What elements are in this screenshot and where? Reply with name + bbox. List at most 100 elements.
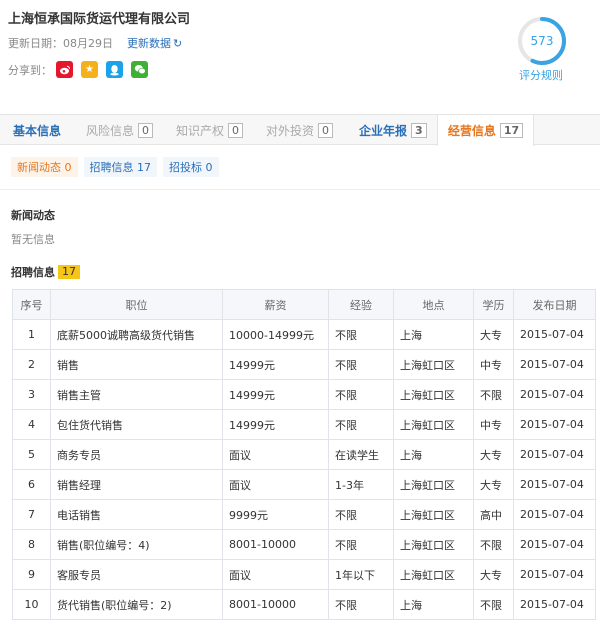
table-row[interactable]: 2 销售 14999元 不限 上海虹口区 中专 2015-07-04 xyxy=(12,349,596,380)
cell-location: 上海虹口区 xyxy=(393,409,474,440)
cell-location: 上海 xyxy=(393,589,474,620)
table-row[interactable]: 7 电话销售 9999元 不限 上海虹口区 高中 2015-07-04 xyxy=(12,499,596,530)
cell-index: 2 xyxy=(12,349,51,380)
jobs-count-badge: 17 xyxy=(58,265,80,279)
tab-basic-info[interactable]: 基本信息 xyxy=(13,115,61,145)
cell-date: 2015-07-04 xyxy=(513,349,596,380)
cell-education: 大专 xyxy=(473,469,514,500)
cell-location: 上海 xyxy=(393,439,474,470)
tab-bar: 基本信息 风险信息 0 知识产权 0 对外投资 0 企业年报 3 经营信息 17 xyxy=(0,114,600,146)
share-row: 分享到： ★ xyxy=(8,61,148,78)
cell-education: 高中 xyxy=(473,499,514,530)
cell-experience: 不限 xyxy=(328,319,394,350)
tab-label: 企业年报 xyxy=(359,123,408,138)
jobs-table: 序号 职位 薪资 经验 地点 学历 发布日期 1 底薪5000诚聘高级货代销售 10… xyxy=(12,289,596,620)
qq-share-button[interactable] xyxy=(106,61,123,78)
cell-location: 上海虹口区 xyxy=(393,349,474,380)
table-row[interactable]: 8 销售(职位编号：4) 8001-10000 不限 上海虹口区 不限 2015-07-04 xyxy=(12,529,596,560)
tab-count: 3 xyxy=(411,122,427,138)
jobs-section-title: 招聘信息 17 xyxy=(11,264,80,280)
cell-index: 9 xyxy=(12,559,51,590)
table-row[interactable]: 5 商务专员 面议 在读学生 上海 大专 2015-07-04 xyxy=(12,439,596,470)
cell-date: 2015-07-04 xyxy=(513,319,596,350)
table-header-row: 序号 职位 薪资 经验 地点 学历 发布日期 xyxy=(12,289,596,320)
tab-count: 0 xyxy=(228,122,244,138)
subtab-bidding[interactable]: 招投标 0 xyxy=(163,157,219,177)
wechat-share-button[interactable] xyxy=(131,61,148,78)
cell-date: 2015-07-04 xyxy=(513,529,596,560)
cell-position[interactable]: 货代销售(职位编号：2) xyxy=(50,589,223,620)
cell-salary: 14999元 xyxy=(222,349,329,380)
table-row[interactable]: 3 销售主管 14999元 不限 上海虹口区 不限 2015-07-04 xyxy=(12,379,596,410)
cell-experience: 不限 xyxy=(328,409,394,440)
cell-salary: 14999元 xyxy=(222,379,329,410)
subtab-news[interactable]: 新闻动态 0 xyxy=(11,157,78,177)
cell-experience: 1-3年 xyxy=(328,469,394,500)
tab-annual-report[interactable]: 企业年报 3 xyxy=(359,115,427,145)
tab-label: 基本信息 xyxy=(13,123,62,138)
tab-label: 风险信息 xyxy=(86,123,135,138)
news-section-title: 新闻动态 xyxy=(11,209,55,222)
tab-label: 知识产权 xyxy=(176,123,225,138)
cell-index: 8 xyxy=(12,529,51,560)
tab-label: 对外投资 xyxy=(266,123,315,138)
cell-position[interactable]: 销售经理 xyxy=(50,469,223,500)
score-value: 573 xyxy=(530,34,554,48)
section-divider xyxy=(0,189,600,190)
cell-date: 2015-07-04 xyxy=(513,469,596,500)
qzone-share-button[interactable]: ★ xyxy=(81,61,98,78)
cell-salary: 面议 xyxy=(222,559,329,590)
cell-position[interactable]: 底薪5000诚聘高级货代销售 xyxy=(50,319,223,350)
cell-position[interactable]: 销售主管 xyxy=(50,379,223,410)
cell-position[interactable]: 电话销售 xyxy=(50,499,223,530)
cell-experience: 在读学生 xyxy=(328,439,394,470)
cell-index: 7 xyxy=(12,499,51,530)
cell-education: 不限 xyxy=(473,589,514,620)
cell-experience: 不限 xyxy=(328,529,394,560)
score-rule-link[interactable]: 评分规则 xyxy=(519,67,563,83)
cell-location: 上海虹口区 xyxy=(393,529,474,560)
cell-salary: 9999元 xyxy=(222,499,329,530)
weibo-share-button[interactable] xyxy=(56,61,73,78)
column-header: 职位 xyxy=(50,289,223,320)
cell-date: 2015-07-04 xyxy=(513,379,596,410)
cell-experience: 不限 xyxy=(328,349,394,380)
cell-location: 上海虹口区 xyxy=(393,469,474,500)
cell-salary: 10000-14999元 xyxy=(222,319,329,350)
cell-salary: 8001-10000 xyxy=(222,589,329,620)
company-name: 上海恒承国际货运代理有限公司 xyxy=(8,12,191,27)
cell-date: 2015-07-04 xyxy=(513,439,596,470)
cell-education: 大专 xyxy=(473,439,514,470)
table-row[interactable]: 10 货代销售(职位编号：2) 8001-10000 不限 上海 不限 2015-07-04 xyxy=(12,589,596,620)
cell-education: 大专 xyxy=(473,319,514,350)
table-row[interactable]: 1 底薪5000诚聘高级货代销售 10000-14999元 不限 上海 大专 2015-07… xyxy=(12,319,596,350)
table-row[interactable]: 9 客服专员 面议 1年以下 上海虹口区 大专 2015-07-04 xyxy=(12,559,596,590)
tab-external-investment[interactable]: 对外投资 0 xyxy=(266,115,334,145)
column-header: 地点 xyxy=(393,289,474,320)
qq-penguin-icon xyxy=(110,64,119,75)
cell-education: 中专 xyxy=(473,409,514,440)
tab-risk-info[interactable]: 风险信息 0 xyxy=(86,115,154,145)
cell-experience: 不限 xyxy=(328,589,394,620)
column-header: 薪资 xyxy=(222,289,329,320)
news-empty-text: 暂无信息 xyxy=(11,233,55,246)
table-row[interactable]: 6 销售经理 面议 1-3年 上海虹口区 大专 2015-07-04 xyxy=(12,469,596,500)
cell-location: 上海虹口区 xyxy=(393,559,474,590)
cell-position[interactable]: 销售 xyxy=(50,349,223,380)
cell-index: 6 xyxy=(12,469,51,500)
tab-intellectual-property[interactable]: 知识产权 0 xyxy=(176,115,244,145)
tab-label: 经营信息 xyxy=(447,124,496,138)
cell-date: 2015-07-04 xyxy=(513,409,596,440)
cell-position[interactable]: 包住货代销售 xyxy=(50,409,223,440)
subtab-recruitment[interactable]: 招聘信息 17 xyxy=(83,157,157,177)
wechat-icon xyxy=(134,65,146,75)
table-row[interactable]: 4 包住货代销售 14999元 不限 上海虹口区 中专 2015-07-04 xyxy=(12,409,596,440)
cell-position[interactable]: 销售(职位编号：4) xyxy=(50,529,223,560)
update-data-link[interactable]: 更新数据 ↻ xyxy=(127,35,182,51)
cell-position[interactable]: 客服专员 xyxy=(50,559,223,590)
cell-position[interactable]: 商务专员 xyxy=(50,439,223,470)
cell-experience: 不限 xyxy=(328,499,394,530)
tab-operation-info[interactable]: 经营信息 17 xyxy=(437,115,534,146)
share-label: 分享到： xyxy=(8,63,52,77)
cell-index: 10 xyxy=(12,589,51,620)
